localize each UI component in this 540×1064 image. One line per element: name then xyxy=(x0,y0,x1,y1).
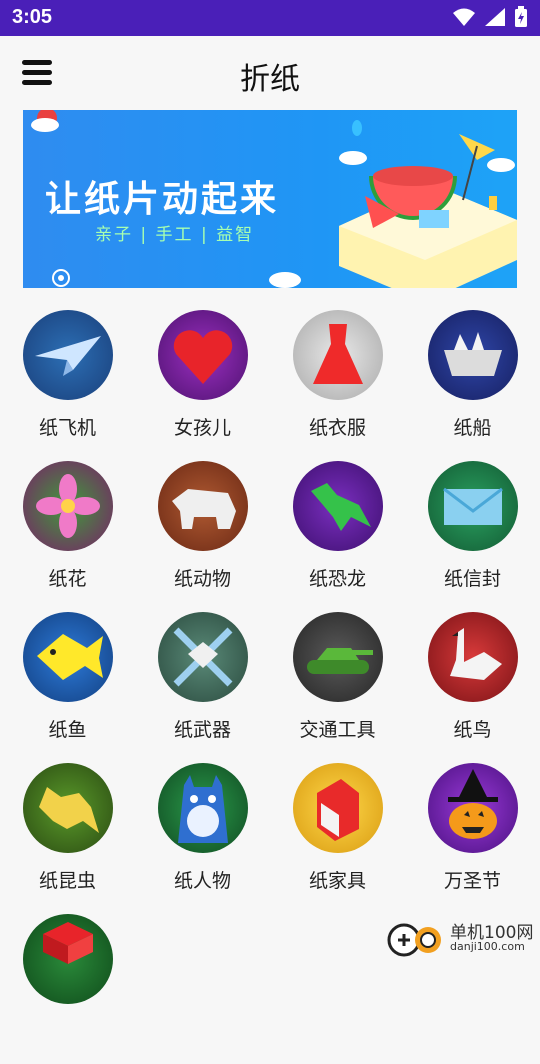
bear-icon xyxy=(158,461,248,551)
category-halloween[interactable]: 万圣节 xyxy=(405,763,540,913)
tank-icon xyxy=(293,612,383,702)
category-label: 万圣节 xyxy=(443,870,501,892)
fish-icon xyxy=(23,612,113,702)
category-pattern[interactable] xyxy=(0,914,135,1064)
category-label: 纸信封 xyxy=(443,568,501,590)
category-paper-plane[interactable]: 纸飞机 xyxy=(0,310,135,460)
category-furniture[interactable]: 纸家具 xyxy=(270,763,405,913)
category-label: 纸恐龙 xyxy=(308,568,366,590)
category-dinosaur[interactable]: 纸恐龙 xyxy=(270,461,405,611)
app-bar: 折纸 xyxy=(0,36,540,110)
category-label: 女孩儿 xyxy=(173,417,231,439)
totoro-icon xyxy=(158,763,248,853)
promo-banner[interactable]: 让纸片动起来 亲子 | 手工 | 益智 xyxy=(23,110,517,288)
envelope-icon xyxy=(428,461,518,551)
pattern-icon xyxy=(23,914,113,1004)
boat-icon xyxy=(428,310,518,400)
category-label: 纸衣服 xyxy=(308,417,366,439)
category-label: 纸动物 xyxy=(173,568,231,590)
category-fish[interactable]: 纸鱼 xyxy=(0,612,135,762)
frog-insect-icon xyxy=(23,763,113,853)
category-label: 纸武器 xyxy=(173,719,231,741)
category-label: 纸人物 xyxy=(173,870,231,892)
category-label: 纸家具 xyxy=(308,870,366,892)
status-bar: 3:05 xyxy=(0,0,540,36)
heart-icon xyxy=(158,310,248,400)
category-clothes[interactable]: 纸衣服 xyxy=(270,310,405,460)
banner-title: 让纸片动起来 xyxy=(45,179,280,220)
dress-icon xyxy=(293,310,383,400)
category-label: 纸昆虫 xyxy=(38,870,96,892)
box-icon xyxy=(293,763,383,853)
category-label: 纸鱼 xyxy=(48,719,87,741)
category-animal[interactable]: 纸动物 xyxy=(135,461,270,611)
category-label: 纸船 xyxy=(453,417,492,439)
category-label: 纸鸟 xyxy=(453,719,492,741)
category-figure[interactable]: 纸人物 xyxy=(135,763,270,913)
category-label: 纸花 xyxy=(48,568,87,590)
category-insect[interactable]: 纸昆虫 xyxy=(0,763,135,913)
category-label: 纸飞机 xyxy=(38,417,96,439)
category-vehicle[interactable]: 交通工具 xyxy=(270,612,405,762)
category-weapon[interactable]: 纸武器 xyxy=(135,612,270,762)
paper-plane-icon xyxy=(23,310,113,400)
category-bird[interactable]: 纸鸟 xyxy=(405,612,540,762)
watermark-logo: 单机100网 danji100.com xyxy=(386,916,536,960)
status-icons xyxy=(452,6,528,28)
category-girl[interactable]: 女孩儿 xyxy=(135,310,270,460)
crossed-swords-icon xyxy=(158,612,248,702)
status-time: 3:05 xyxy=(12,6,53,28)
swan-icon xyxy=(428,612,518,702)
pumpkin-witch-icon xyxy=(428,763,518,853)
category-envelope[interactable]: 纸信封 xyxy=(405,461,540,611)
battery-icon xyxy=(515,6,527,27)
category-boat[interactable]: 纸船 xyxy=(405,310,540,460)
wifi-icon xyxy=(453,8,475,26)
flower-icon xyxy=(23,461,113,551)
category-flower[interactable]: 纸花 xyxy=(0,461,135,611)
signal-icon xyxy=(485,8,505,26)
watermark-logo-icon xyxy=(387,923,441,957)
category-label: 交通工具 xyxy=(299,719,376,741)
watermark-url: danji100.com xyxy=(450,940,525,953)
page-title: 折纸 xyxy=(240,62,300,97)
dinosaur-icon xyxy=(293,461,383,551)
banner-subtitle: 亲子 | 手工 | 益智 xyxy=(95,225,255,245)
